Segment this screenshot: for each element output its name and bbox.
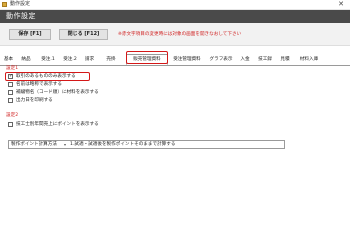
- tab-order-materials[interactable]: 受注管理資料: [169, 55, 205, 64]
- tab-bar: 基本 納品 受注.1 受注.2 請求 売掛 販売管理資料 受注管理資料 グラフ表…: [0, 54, 350, 66]
- calc-method-label: 製作ポイント計算方法: [11, 142, 57, 147]
- notice-text: ※赤文字項目の変更時には対象の画面を開きなおして下さい: [118, 32, 242, 37]
- tab-technician-log[interactable]: 技工録: [256, 55, 274, 64]
- option-label: 出力日を印刷する: [16, 98, 53, 103]
- tab-material-stock[interactable]: 材料入庫: [297, 55, 321, 64]
- window-title: 動作設定: [10, 1, 31, 7]
- option-label: 技工士別年間売上にポイントを表示する: [16, 122, 99, 127]
- save-button[interactable]: 保存 [F1]: [9, 29, 51, 40]
- tab-estimate[interactable]: 見積: [279, 55, 291, 64]
- active-tab-highlight: [126, 51, 168, 64]
- page-header: 動作設定: [0, 10, 350, 23]
- tab-payment[interactable]: 入金: [238, 55, 252, 64]
- tab-billing[interactable]: 請求: [82, 55, 97, 64]
- settings-panel: 設定1 ✓ 取引のあるもののみ表示する 名前は略称で表示する 補綴物名（コード順…: [0, 66, 350, 244]
- option-label: 補綴物名（コード順）に材料を表示する: [16, 90, 99, 95]
- checkbox[interactable]: [8, 122, 13, 127]
- section2-title: 設定2: [6, 113, 19, 118]
- tab-basic[interactable]: 基本: [2, 55, 15, 64]
- checkbox[interactable]: [8, 98, 13, 103]
- tab-order-1[interactable]: 受注.1: [38, 55, 58, 64]
- calc-method-select[interactable]: 製作ポイント計算方法 ▾ 1.試適・試適後を製作ポイントそのままで計算する: [8, 140, 285, 149]
- chevron-down-icon[interactable]: ▾: [64, 141, 69, 148]
- tab-receivables[interactable]: 売掛: [102, 55, 120, 64]
- app-icon: [2, 2, 7, 7]
- toolbar: 保存 [F1] 閉じる [F12] ※赤文字項目の変更時には対象の画面を開きなお…: [0, 23, 350, 46]
- tab-order-2[interactable]: 受注.2: [60, 55, 80, 64]
- calc-method-value: 1.試適・試適後を製作ポイントそのままで計算する: [70, 142, 176, 147]
- checkbox[interactable]: [8, 90, 13, 95]
- close-icon[interactable]: ✕: [337, 0, 345, 8]
- page-title: 動作設定: [6, 12, 36, 20]
- option-highlight: [5, 72, 90, 81]
- option-label: 名前は略称で表示する: [16, 82, 62, 87]
- window-titlebar: 動作設定 ✕: [0, 0, 350, 10]
- checkbox[interactable]: [8, 82, 13, 87]
- tab-graph[interactable]: グラフ表示: [207, 55, 235, 64]
- tab-delivery[interactable]: 納品: [17, 55, 35, 64]
- close-button[interactable]: 閉じる [F12]: [59, 29, 108, 40]
